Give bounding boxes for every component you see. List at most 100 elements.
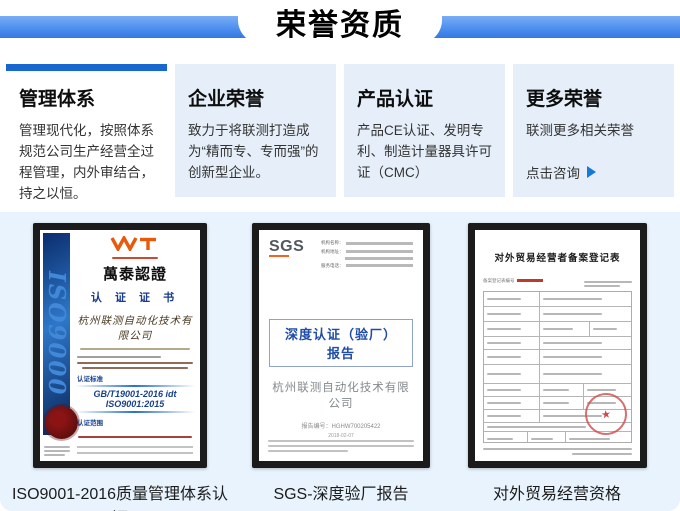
tab-description: 联测更多相关荣誉 bbox=[526, 120, 662, 141]
form-row bbox=[484, 350, 631, 365]
info-value-line bbox=[346, 250, 414, 253]
report-title-wrap: 深度认证（验厂）报告 bbox=[269, 319, 413, 367]
fine-print-paragraph bbox=[77, 446, 192, 456]
fine-print-line bbox=[572, 453, 632, 455]
form-cell bbox=[484, 322, 540, 336]
certificate-caption: SGS-深度验厂报告 bbox=[241, 480, 441, 504]
form-cell bbox=[540, 292, 631, 306]
fine-print-block bbox=[268, 440, 414, 452]
standard-code: GB/T19001-2016 idt ISO9001:2015 bbox=[75, 389, 195, 409]
form-cell bbox=[540, 384, 584, 396]
sgs-header: SGS 机构名称： 机构地址： bbox=[269, 240, 413, 271]
form-cell bbox=[484, 350, 540, 364]
certified-company-name: 杭州联测自动化技术有限公司 bbox=[75, 313, 195, 343]
fine-print-line bbox=[543, 313, 603, 315]
form-cell bbox=[540, 397, 584, 409]
fine-print-line bbox=[487, 373, 521, 375]
fine-print-line bbox=[543, 298, 603, 300]
registration-number: 备案登记表编号 bbox=[483, 269, 543, 287]
fine-print-line bbox=[487, 356, 521, 358]
tab-product-certification[interactable]: 产品认证 产品CE认证、发明专利、制造计量器具许可证（CMC） bbox=[344, 64, 505, 197]
fine-print-line bbox=[483, 448, 632, 450]
tab-management-system[interactable]: 管理体系 管理现代化，按照体系规范公司生产经营全过程管理，内外审结合，持之以恒。 bbox=[6, 64, 167, 197]
certificate-body: 萬泰認證 认 证 证 书 杭州联测自动化技术有限公司 认证标准 GB/T1900… bbox=[75, 236, 195, 461]
fine-print-line bbox=[584, 281, 632, 283]
consult-link-label: 点击咨询 bbox=[526, 162, 580, 182]
fine-print-line bbox=[543, 402, 569, 404]
certificate-doc-title: 认 证 证 书 bbox=[75, 289, 195, 305]
fine-print-line bbox=[487, 389, 521, 391]
fine-print-line bbox=[44, 454, 65, 456]
iso9000-side-band: ISO9000 bbox=[43, 233, 70, 435]
form-cell bbox=[540, 350, 631, 364]
form-row bbox=[484, 322, 631, 337]
tab-enterprise-honor[interactable]: 企业荣誉 致力于将联测打造成为“精而专、专而强”的创新型企业。 bbox=[175, 64, 336, 197]
certificate-body: SGS 机构名称： 机构地址： bbox=[259, 230, 423, 461]
fine-print-line bbox=[44, 446, 70, 448]
form-row bbox=[484, 292, 631, 307]
info-row bbox=[321, 257, 413, 260]
fine-print-block bbox=[483, 448, 632, 455]
fine-print-line bbox=[584, 285, 620, 287]
info-value-line bbox=[346, 242, 414, 245]
seal-star-icon bbox=[600, 404, 612, 423]
certificate-trade-paper: 对外贸易经营者备案登记表 备案登记表编号 bbox=[475, 230, 640, 461]
fine-print-line bbox=[487, 313, 521, 315]
form-cell bbox=[484, 365, 540, 383]
consult-link[interactable]: 点击咨询 bbox=[526, 162, 662, 182]
fine-print-line bbox=[487, 342, 521, 344]
fine-print-line bbox=[487, 426, 586, 428]
fine-print-block bbox=[584, 281, 632, 287]
form-row bbox=[484, 365, 631, 384]
fine-print-line bbox=[543, 373, 603, 375]
tab-heading: 更多荣誉 bbox=[526, 84, 662, 111]
sgs-logo: SGS bbox=[269, 240, 304, 257]
form-cell bbox=[540, 365, 631, 383]
fine-print-line bbox=[487, 402, 521, 404]
form-cell bbox=[540, 307, 631, 321]
tab-heading: 产品认证 bbox=[357, 84, 493, 111]
report-title-box: 深度认证（验厂）报告 bbox=[269, 319, 413, 367]
form-cell bbox=[528, 432, 566, 443]
form-subheader: 备案登记表编号 bbox=[483, 269, 632, 287]
play-arrow-icon bbox=[587, 166, 596, 178]
scope-text-line bbox=[78, 436, 192, 438]
form-row bbox=[484, 307, 631, 322]
fine-print-line bbox=[569, 438, 610, 440]
certificate-caption: 对外贸易经营资格 bbox=[457, 480, 657, 504]
page-title-tab: 荣誉资质 bbox=[238, 0, 442, 44]
fine-print-line bbox=[587, 389, 616, 391]
scope-label: 认证范围 bbox=[77, 417, 195, 427]
certificate-trade-frame: 对外贸易经营者备案登记表 备案登记表编号 bbox=[468, 223, 647, 468]
info-label: 机构名称： bbox=[321, 240, 344, 246]
fine-print-line bbox=[487, 328, 521, 330]
fine-print-line bbox=[543, 328, 573, 330]
divider bbox=[75, 385, 195, 387]
fine-print-line bbox=[77, 362, 192, 364]
fine-print-line bbox=[268, 440, 414, 442]
fine-print-line bbox=[268, 450, 348, 452]
form-row bbox=[484, 337, 631, 350]
fine-print-line bbox=[487, 298, 521, 300]
tab-more-honors[interactable]: 更多荣誉 联测更多相关荣誉 点击咨询 bbox=[513, 64, 674, 197]
fine-print-line bbox=[268, 445, 414, 447]
info-row: 机构地址： bbox=[321, 249, 413, 255]
certificate-caption: ISO9001-2016质量管理体系认证 bbox=[10, 480, 230, 511]
form-cell bbox=[484, 410, 540, 422]
tabs-section: 管理体系 管理现代化，按照体系规范公司生产经营全过程管理，内外审结合，持之以恒。… bbox=[6, 64, 674, 197]
certificate-sgs-frame: SGS 机构名称： 机构地址： bbox=[252, 223, 430, 468]
info-label: 服务电话： bbox=[321, 263, 344, 269]
fine-print-block bbox=[44, 446, 70, 456]
form-cell bbox=[484, 337, 540, 349]
sgs-logo-underline bbox=[269, 255, 289, 257]
form-cell bbox=[484, 307, 540, 321]
tab-description: 致力于将联测打造成为“精而专、专而强”的创新型企业。 bbox=[188, 120, 324, 183]
sgs-logo-text: SGS bbox=[269, 240, 304, 254]
fine-print-line bbox=[80, 348, 190, 350]
report-number: 报告编号：HGHW700205422 bbox=[269, 421, 413, 430]
fine-print-line bbox=[487, 415, 521, 417]
certificate-sgs-paper: SGS 机构名称： 机构地址： bbox=[259, 230, 423, 461]
form-cell bbox=[590, 322, 631, 336]
registration-number-value-line bbox=[517, 279, 543, 282]
tab-description: 管理现代化，按照体系规范公司生产经营全过程管理，内外审结合，持之以恒。 bbox=[19, 120, 155, 204]
